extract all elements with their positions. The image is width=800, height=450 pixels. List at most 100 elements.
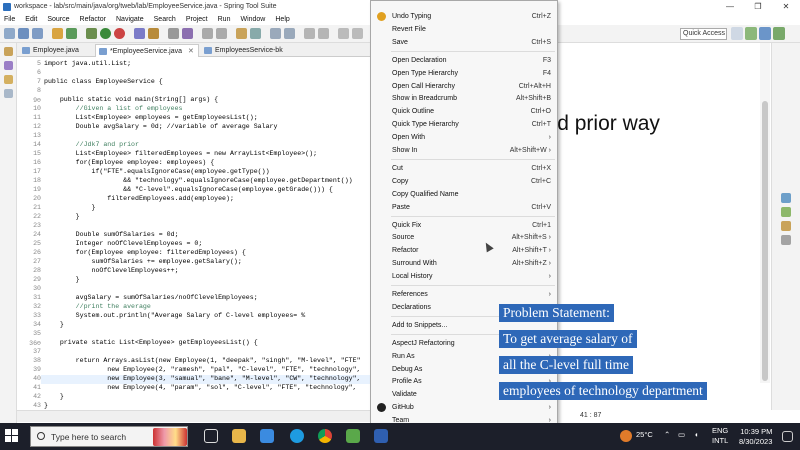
menu-item-save[interactable]: Save Ctrl+S (371, 36, 557, 49)
menu-item-copy[interactable]: Copy Ctrl+C (371, 175, 557, 188)
code-line[interactable]: } (44, 321, 64, 328)
menu-item-surround-with[interactable]: Surround With Alt+Shift+Z › (371, 257, 557, 270)
code-line[interactable]: public class EmployeeService { (44, 78, 163, 85)
open-type-icon[interactable] (148, 28, 159, 39)
annotation-icon[interactable] (182, 28, 193, 39)
open-perspective-icon[interactable] (731, 27, 743, 40)
type-hierarchy-icon[interactable] (4, 61, 13, 70)
save-icon[interactable] (18, 28, 29, 39)
menu-item-cut[interactable]: Cut Ctrl+X (371, 162, 557, 175)
close-button[interactable]: ✕ (773, 0, 799, 13)
code-line[interactable]: } (44, 402, 48, 409)
file-explorer-icon[interactable] (232, 429, 246, 443)
menu-item-refactor[interactable]: Refactor Alt+Shift+T › (371, 244, 557, 257)
boot-icon[interactable] (66, 28, 77, 39)
menu-item-github[interactable]: GitHub › (371, 401, 557, 414)
spring-tool-suite-taskbar-icon[interactable] (346, 429, 360, 443)
tab-employee-service-java[interactable]: *EmployeeService.java ✕ (95, 44, 199, 57)
menu-item-quick-outline[interactable]: Quick Outline Ctrl+O (371, 105, 557, 118)
last-edit-icon[interactable] (304, 28, 315, 39)
menu-item-open-call-hierarchy[interactable]: Open Call Hierarchy Ctrl+Alt+H (371, 80, 557, 93)
code-line[interactable]: for(Employee employee: filteredEmployees… (44, 249, 246, 256)
code-line[interactable]: //print the average (44, 303, 151, 310)
next-annotation-icon[interactable] (284, 28, 295, 39)
mail-icon[interactable] (260, 429, 274, 443)
menu-item-source[interactable]: Source Alt+Shift+S › (371, 231, 557, 244)
menu-item-quick-fix[interactable]: Quick Fix Ctrl+1 (371, 219, 557, 232)
menu-item-open-type-hierarchy[interactable]: Open Type Hierarchy F4 (371, 67, 557, 80)
word-icon[interactable] (374, 429, 388, 443)
tab-employee-java[interactable]: Employee.java (19, 44, 95, 57)
weather-icon[interactable] (620, 430, 632, 442)
menu-item-paste[interactable]: Paste Ctrl+V (371, 201, 557, 214)
volume-icon[interactable]: ◖ (694, 430, 699, 439)
code-line[interactable]: && "technology".equalsIgnoreCase(employe… (44, 177, 353, 184)
debug-icon[interactable] (86, 28, 97, 39)
menu-refactor[interactable]: Refactor (80, 16, 106, 23)
menu-search[interactable]: Search (154, 16, 176, 23)
code-line[interactable]: Integer noOfClevelEmployees = 0; (44, 240, 203, 247)
forward-icon[interactable] (216, 28, 227, 39)
code-line[interactable]: private static List<Employee> getEmploye… (44, 339, 258, 346)
servers-icon[interactable] (4, 89, 13, 98)
code-line[interactable]: List<Employee> filteredEmployees = new A… (44, 150, 317, 157)
code-line[interactable]: new Employee(2, "ramesh", "pal", "C-leve… (44, 366, 360, 373)
history-icon[interactable] (318, 28, 329, 39)
editor-scrollbar[interactable] (760, 43, 770, 383)
language-indicator[interactable]: ENG INTL (712, 426, 728, 446)
menu-item-show-in[interactable]: Show In Alt+Shift+W › (371, 144, 557, 157)
code-line[interactable]: avgSalary = sumOfSalaries/noOfClevelEmpl… (44, 294, 258, 301)
code-line[interactable]: for(Employee employee: employees) { (44, 159, 215, 166)
save-all-icon[interactable] (32, 28, 43, 39)
toggle-mark-icon[interactable] (250, 28, 261, 39)
package-explorer-icon[interactable] (4, 47, 13, 56)
code-line[interactable]: return Arrays.asList(new Employee(1, "de… (44, 357, 361, 364)
nav-forward-icon[interactable] (352, 28, 363, 39)
menu-item-references[interactable]: References › (371, 288, 557, 301)
outline-view-icon[interactable] (781, 193, 791, 203)
code-line[interactable]: System.out.println("Average Salary of C-… (44, 312, 306, 319)
menu-item-show-in-breadcrumb[interactable]: Show in Breadcrumb Alt+Shift+B (371, 92, 557, 105)
menu-item-open-declaration[interactable]: Open Declaration F3 (371, 54, 557, 67)
menu-help[interactable]: Help (275, 16, 289, 23)
java-perspective-icon[interactable] (745, 27, 757, 40)
new-java-class-icon[interactable] (134, 28, 145, 39)
weather-temp[interactable]: 25°C (636, 430, 653, 439)
menu-window[interactable]: Window (240, 16, 265, 23)
menu-item-local-history[interactable]: Local History › (371, 270, 557, 283)
pin-icon[interactable] (236, 28, 247, 39)
back-icon[interactable] (202, 28, 213, 39)
debug-perspective-icon[interactable] (759, 27, 771, 40)
code-editor[interactable]: 5 6 7 8 9⊖ 10 11 12 13 14 15 16 17 18 19 20 21 22 23 24 25 26… (17, 57, 372, 409)
menu-project[interactable]: Project (186, 16, 208, 23)
search-icon[interactable] (168, 28, 179, 39)
maximize-button[interactable]: ❐ (745, 0, 771, 13)
scrollbar-thumb[interactable] (762, 101, 768, 381)
menu-edit[interactable]: Edit (25, 16, 37, 23)
menu-run[interactable]: Run (218, 16, 231, 23)
code-line[interactable]: Double sumOfSalaries = 0d; (44, 231, 179, 238)
quick-access-input[interactable]: Quick Access (680, 28, 727, 40)
stop-icon[interactable] (114, 28, 125, 39)
menu-item-copy-qualified-name[interactable]: Copy Qualified Name (371, 188, 557, 201)
code-line[interactable]: } (44, 213, 80, 220)
chrome-icon[interactable] (318, 429, 332, 443)
code-line[interactable]: filteredEmployees.add(employee); (44, 195, 234, 202)
code-line[interactable]: Double avgSalary = 0d; //variable of ave… (44, 123, 278, 130)
notifications-icon[interactable] (782, 431, 793, 442)
code-line[interactable]: import java.util.List; (44, 60, 131, 67)
network-icon[interactable]: ▭ (678, 430, 685, 439)
code-line[interactable]: sumOfSalaries += employee.getSalary(); (44, 258, 241, 265)
build-icon[interactable] (52, 28, 63, 39)
boot-dashboard-icon[interactable] (4, 75, 13, 84)
show-hidden-icons-icon[interactable]: ⌃ (664, 430, 670, 439)
code-line[interactable]: new Employee(3, "samual", "bane", "M-lev… (44, 375, 360, 382)
minimize-button[interactable]: — (717, 0, 743, 13)
run-icon[interactable] (100, 28, 111, 39)
menu-item-revert-file[interactable]: Revert File (371, 23, 557, 36)
spring-explorer-icon[interactable] (781, 221, 791, 231)
code-line[interactable]: noOfClevelEmployees++; (44, 267, 178, 274)
taskbar-search-box[interactable]: Type here to search (30, 426, 188, 447)
tab-employees-service-bk[interactable]: EmployeesService-bk (201, 44, 305, 57)
system-clock[interactable]: 10:39 PM 8/30/2023 (739, 427, 772, 447)
